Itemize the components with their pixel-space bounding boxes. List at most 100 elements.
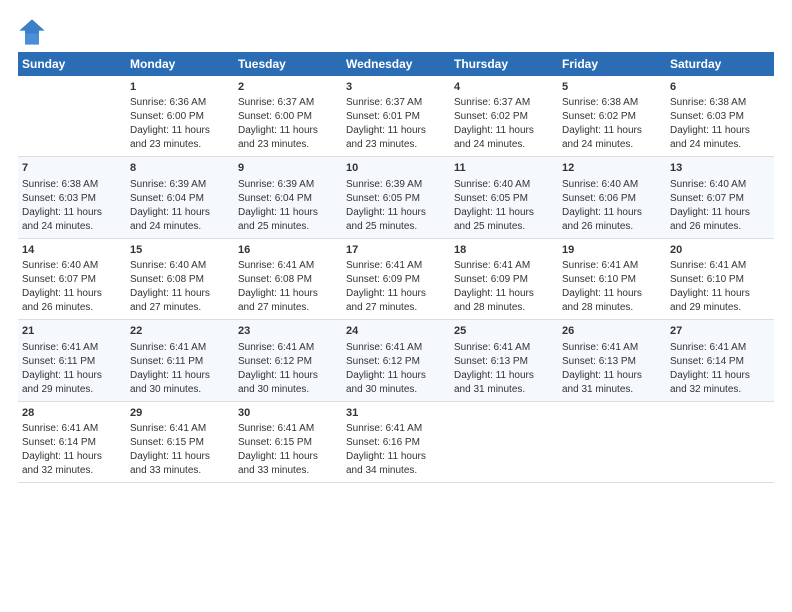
calendar-cell: 1Sunrise: 6:36 AMSunset: 6:00 PMDaylight… bbox=[126, 76, 234, 157]
day-number: 30 bbox=[238, 406, 338, 421]
calendar-cell: 4Sunrise: 6:37 AMSunset: 6:02 PMDaylight… bbox=[450, 76, 558, 157]
daylight-info-cont: and 24 minutes. bbox=[22, 220, 122, 234]
daylight-info-cont: and 26 minutes. bbox=[670, 220, 770, 234]
sunset-info: Sunset: 6:04 PM bbox=[238, 192, 338, 206]
sunrise-info: Sunrise: 6:40 AM bbox=[22, 259, 122, 273]
sunset-info: Sunset: 6:08 PM bbox=[130, 273, 230, 287]
daylight-info: Daylight: 11 hours bbox=[238, 450, 338, 464]
daylight-info-cont: and 23 minutes. bbox=[130, 138, 230, 152]
daylight-info-cont: and 33 minutes. bbox=[130, 464, 230, 478]
sunrise-info: Sunrise: 6:39 AM bbox=[238, 178, 338, 192]
calendar-cell: 22Sunrise: 6:41 AMSunset: 6:11 PMDayligh… bbox=[126, 320, 234, 401]
daylight-info-cont: and 30 minutes. bbox=[346, 383, 446, 397]
day-number: 22 bbox=[130, 324, 230, 339]
daylight-info: Daylight: 11 hours bbox=[562, 124, 662, 138]
daylight-info-cont: and 26 minutes. bbox=[562, 220, 662, 234]
day-number: 14 bbox=[22, 243, 122, 258]
sunset-info: Sunset: 6:16 PM bbox=[346, 436, 446, 450]
sunrise-info: Sunrise: 6:38 AM bbox=[670, 96, 770, 110]
calendar-cell: 10Sunrise: 6:39 AMSunset: 6:05 PMDayligh… bbox=[342, 157, 450, 238]
week-row-0: 1Sunrise: 6:36 AMSunset: 6:00 PMDaylight… bbox=[18, 76, 774, 157]
daylight-info: Daylight: 11 hours bbox=[562, 369, 662, 383]
daylight-info: Daylight: 11 hours bbox=[454, 369, 554, 383]
daylight-info: Daylight: 11 hours bbox=[454, 124, 554, 138]
col-header-saturday: Saturday bbox=[666, 52, 774, 76]
sunrise-info: Sunrise: 6:41 AM bbox=[238, 259, 338, 273]
week-row-2: 14Sunrise: 6:40 AMSunset: 6:07 PMDayligh… bbox=[18, 238, 774, 319]
daylight-info: Daylight: 11 hours bbox=[130, 369, 230, 383]
sunset-info: Sunset: 6:11 PM bbox=[22, 355, 122, 369]
sunrise-info: Sunrise: 6:37 AM bbox=[346, 96, 446, 110]
sunrise-info: Sunrise: 6:38 AM bbox=[22, 178, 122, 192]
day-number: 10 bbox=[346, 161, 446, 176]
sunrise-info: Sunrise: 6:37 AM bbox=[454, 96, 554, 110]
calendar-cell: 3Sunrise: 6:37 AMSunset: 6:01 PMDaylight… bbox=[342, 76, 450, 157]
sunset-info: Sunset: 6:12 PM bbox=[346, 355, 446, 369]
calendar-cell: 7Sunrise: 6:38 AMSunset: 6:03 PMDaylight… bbox=[18, 157, 126, 238]
calendar-cell: 17Sunrise: 6:41 AMSunset: 6:09 PMDayligh… bbox=[342, 238, 450, 319]
sunrise-info: Sunrise: 6:41 AM bbox=[238, 341, 338, 355]
day-number: 18 bbox=[454, 243, 554, 258]
daylight-info-cont: and 30 minutes. bbox=[238, 383, 338, 397]
sunrise-info: Sunrise: 6:41 AM bbox=[562, 259, 662, 273]
sunset-info: Sunset: 6:07 PM bbox=[670, 192, 770, 206]
calendar-cell: 14Sunrise: 6:40 AMSunset: 6:07 PMDayligh… bbox=[18, 238, 126, 319]
sunrise-info: Sunrise: 6:41 AM bbox=[22, 341, 122, 355]
day-number: 20 bbox=[670, 243, 770, 258]
week-row-4: 28Sunrise: 6:41 AMSunset: 6:14 PMDayligh… bbox=[18, 401, 774, 482]
calendar-cell: 28Sunrise: 6:41 AMSunset: 6:14 PMDayligh… bbox=[18, 401, 126, 482]
daylight-info-cont: and 28 minutes. bbox=[562, 301, 662, 315]
sunset-info: Sunset: 6:04 PM bbox=[130, 192, 230, 206]
daylight-info-cont: and 23 minutes. bbox=[238, 138, 338, 152]
calendar-table: SundayMondayTuesdayWednesdayThursdayFrid… bbox=[18, 52, 774, 483]
daylight-info-cont: and 26 minutes. bbox=[22, 301, 122, 315]
calendar-cell: 16Sunrise: 6:41 AMSunset: 6:08 PMDayligh… bbox=[234, 238, 342, 319]
daylight-info: Daylight: 11 hours bbox=[22, 206, 122, 220]
daylight-info-cont: and 24 minutes. bbox=[130, 220, 230, 234]
day-number: 26 bbox=[562, 324, 662, 339]
daylight-info-cont: and 25 minutes. bbox=[454, 220, 554, 234]
daylight-info: Daylight: 11 hours bbox=[562, 287, 662, 301]
sunset-info: Sunset: 6:02 PM bbox=[454, 110, 554, 124]
daylight-info-cont: and 30 minutes. bbox=[130, 383, 230, 397]
daylight-info: Daylight: 11 hours bbox=[670, 124, 770, 138]
sunrise-info: Sunrise: 6:36 AM bbox=[130, 96, 230, 110]
calendar-cell: 9Sunrise: 6:39 AMSunset: 6:04 PMDaylight… bbox=[234, 157, 342, 238]
sunset-info: Sunset: 6:13 PM bbox=[562, 355, 662, 369]
col-header-sunday: Sunday bbox=[18, 52, 126, 76]
daylight-info-cont: and 25 minutes. bbox=[238, 220, 338, 234]
daylight-info-cont: and 29 minutes. bbox=[670, 301, 770, 315]
sunrise-info: Sunrise: 6:41 AM bbox=[670, 259, 770, 273]
sunrise-info: Sunrise: 6:40 AM bbox=[562, 178, 662, 192]
sunset-info: Sunset: 6:11 PM bbox=[130, 355, 230, 369]
day-number: 2 bbox=[238, 80, 338, 95]
header-row: SundayMondayTuesdayWednesdayThursdayFrid… bbox=[18, 52, 774, 76]
day-number: 8 bbox=[130, 161, 230, 176]
sunrise-info: Sunrise: 6:41 AM bbox=[130, 422, 230, 436]
day-number: 16 bbox=[238, 243, 338, 258]
calendar-cell: 19Sunrise: 6:41 AMSunset: 6:10 PMDayligh… bbox=[558, 238, 666, 319]
day-number: 27 bbox=[670, 324, 770, 339]
sunset-info: Sunset: 6:03 PM bbox=[670, 110, 770, 124]
sunrise-info: Sunrise: 6:41 AM bbox=[670, 341, 770, 355]
sunrise-info: Sunrise: 6:41 AM bbox=[346, 341, 446, 355]
calendar-cell bbox=[558, 401, 666, 482]
header bbox=[18, 18, 774, 46]
daylight-info: Daylight: 11 hours bbox=[238, 287, 338, 301]
daylight-info-cont: and 27 minutes. bbox=[346, 301, 446, 315]
calendar-cell: 26Sunrise: 6:41 AMSunset: 6:13 PMDayligh… bbox=[558, 320, 666, 401]
daylight-info: Daylight: 11 hours bbox=[670, 287, 770, 301]
sunset-info: Sunset: 6:06 PM bbox=[562, 192, 662, 206]
daylight-info-cont: and 34 minutes. bbox=[346, 464, 446, 478]
sunrise-info: Sunrise: 6:40 AM bbox=[670, 178, 770, 192]
col-header-wednesday: Wednesday bbox=[342, 52, 450, 76]
daylight-info-cont: and 23 minutes. bbox=[346, 138, 446, 152]
calendar-cell: 12Sunrise: 6:40 AMSunset: 6:06 PMDayligh… bbox=[558, 157, 666, 238]
col-header-friday: Friday bbox=[558, 52, 666, 76]
daylight-info: Daylight: 11 hours bbox=[670, 369, 770, 383]
daylight-info: Daylight: 11 hours bbox=[454, 287, 554, 301]
day-number: 1 bbox=[130, 80, 230, 95]
sunset-info: Sunset: 6:15 PM bbox=[238, 436, 338, 450]
calendar-cell: 27Sunrise: 6:41 AMSunset: 6:14 PMDayligh… bbox=[666, 320, 774, 401]
sunset-info: Sunset: 6:10 PM bbox=[670, 273, 770, 287]
